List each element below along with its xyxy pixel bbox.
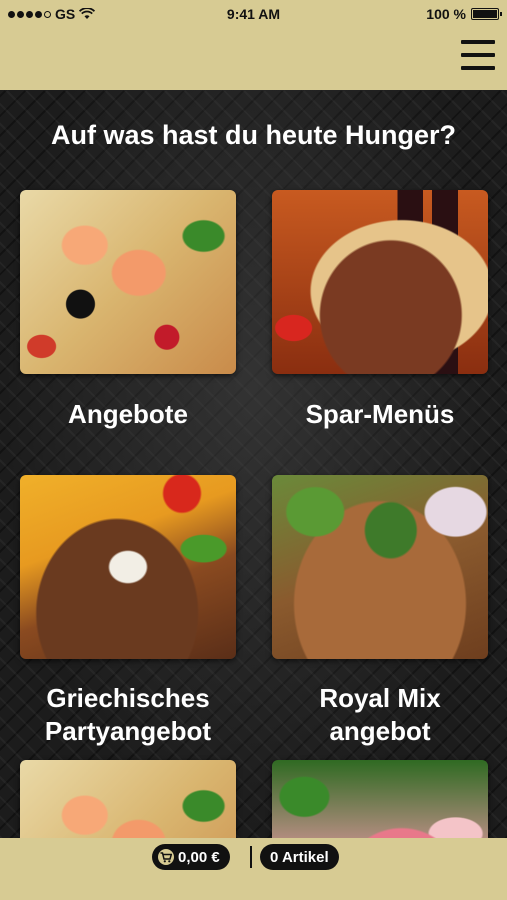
cart-total-amount: 0,00 € <box>178 848 220 866</box>
footer-divider <box>250 846 252 868</box>
cart-item-count: 0 Artikel <box>270 848 329 866</box>
category-image-row3-right[interactable] <box>272 760 488 838</box>
category-label-spar-menus[interactable]: Spar-Menüs <box>260 398 500 431</box>
battery-percent: 100 % <box>426 6 466 22</box>
status-right: 100 % <box>426 6 502 22</box>
cart-item-count-button[interactable]: 0 Artikel <box>260 844 339 870</box>
cart-icon <box>158 849 174 865</box>
category-image-angebote[interactable] <box>20 190 236 374</box>
category-grid: Auf was hast du heute Hunger? Angebote S… <box>0 90 507 838</box>
battery-level <box>473 10 497 18</box>
battery-icon <box>471 8 502 20</box>
category-image-spar-menus[interactable] <box>272 190 488 374</box>
category-label-angebote[interactable]: Angebote <box>8 398 248 431</box>
category-image-griechisches-partyangebot[interactable] <box>20 475 236 659</box>
page-title: Auf was hast du heute Hunger? <box>50 120 457 150</box>
app-header <box>0 28 507 90</box>
cart-footer: 0,00 € 0 Artikel <box>0 838 507 900</box>
category-image-royal-mix-angebot[interactable] <box>272 475 488 659</box>
hamburger-menu-icon[interactable] <box>461 40 495 70</box>
category-label-griechisches-partyangebot[interactable]: Griechisches Partyangebot <box>8 682 248 748</box>
category-image-row3-left[interactable] <box>20 760 236 838</box>
cart-total-button[interactable]: 0,00 € <box>152 844 230 870</box>
category-label-royal-mix-angebot[interactable]: Royal Mix angebot <box>260 682 500 748</box>
status-bar: GS 9:41 AM 100 % <box>0 0 507 28</box>
